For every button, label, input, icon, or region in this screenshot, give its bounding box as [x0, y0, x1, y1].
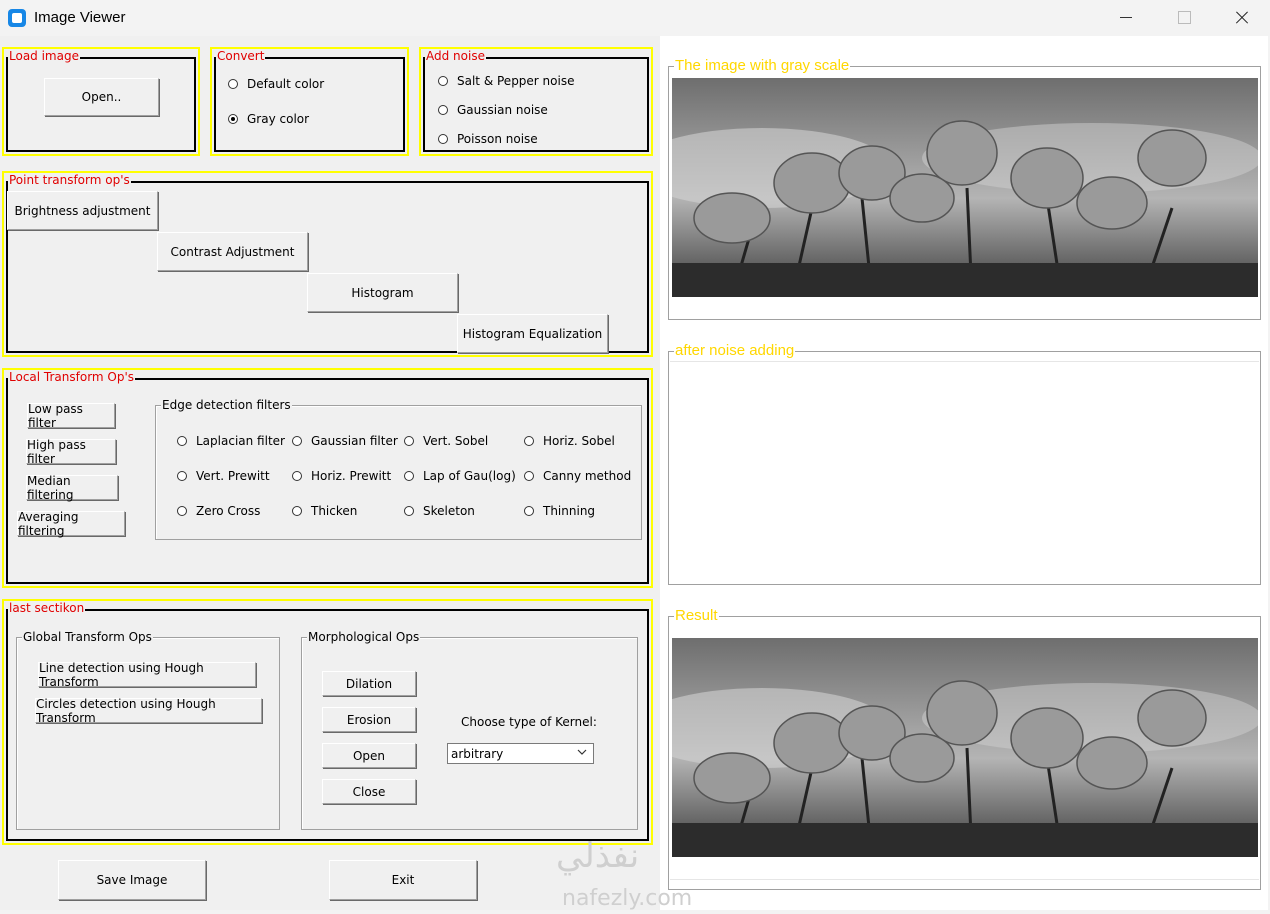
client-area: Load image Open.. Convert Default color … [0, 36, 1268, 911]
radio-zero-cross[interactable]: Zero Cross [177, 504, 260, 518]
add-noise-title: Add noise [425, 49, 486, 63]
noise-title: after noise adding [674, 342, 796, 360]
radio-thinning[interactable]: Thinning [524, 504, 595, 518]
histogram-button[interactable]: Histogram [307, 273, 458, 312]
high-pass-filter-button[interactable]: High pass filter [26, 438, 116, 466]
radio-poisson-noise[interactable]: Poisson noise [438, 132, 538, 146]
morph-close-button[interactable]: Close [322, 779, 416, 804]
local-transform-title: Local Transform Op's [8, 370, 136, 384]
morphological-ops-group: Morphological Ops Dilation Erosion Open … [301, 630, 638, 830]
maximize-button[interactable] [1156, 0, 1212, 34]
noise-frame: after noise adding [668, 342, 1261, 585]
brightness-adjustment-button[interactable]: Brightness adjustment [7, 191, 158, 230]
result-image [672, 638, 1258, 857]
radio-vert-sobel[interactable]: Vert. Sobel [404, 434, 488, 448]
watermark-arabic: نفذلي [556, 836, 640, 876]
radio-indicator-selected [228, 114, 238, 124]
edge-detection-group: Edge detection filters Laplacian filter … [155, 398, 642, 540]
save-image-button[interactable]: Save Image [58, 860, 206, 900]
morphological-ops-title: Morphological Ops [307, 630, 421, 644]
dilation-button[interactable]: Dilation [322, 671, 416, 696]
radio-skeleton[interactable]: Skeleton [404, 504, 475, 518]
radio-salt-pepper[interactable]: Salt & Pepper noise [438, 74, 574, 88]
kernel-type-value: arbitrary [451, 746, 504, 761]
last-section-title: last sectikon [8, 601, 86, 615]
global-transform-group: Global Transform Ops Line detection usin… [16, 630, 280, 830]
point-transform-title: Point transform op's [8, 173, 131, 187]
line-detection-hough-button[interactable]: Line detection using Hough Transform [38, 661, 256, 689]
minimize-button[interactable] [1098, 0, 1154, 34]
point-transform-frame: Point transform op's Brightness adjustme… [2, 171, 653, 357]
morph-open-button[interactable]: Open [322, 743, 416, 768]
radio-horiz-sobel[interactable]: Horiz. Sobel [524, 434, 615, 448]
load-image-title: Load image [8, 49, 80, 63]
close-button[interactable] [1214, 0, 1270, 34]
radio-lap-of-gau[interactable]: Lap of Gau(log) [404, 469, 516, 483]
window-title: Image Viewer [34, 9, 126, 26]
radio-thicken[interactable]: Thicken [292, 504, 357, 518]
watermark-latin: nafezly.com [562, 886, 693, 911]
radio-laplacian-filter[interactable]: Laplacian filter [177, 434, 285, 448]
radio-default-color[interactable]: Default color [228, 77, 324, 91]
chevron-down-icon [577, 749, 587, 755]
circles-detection-hough-button[interactable]: Circles detection using Hough Transform [35, 697, 262, 725]
radio-vert-prewitt[interactable]: Vert. Prewitt [177, 469, 270, 483]
averaging-filtering-button[interactable]: Averaging filtering [17, 510, 125, 538]
add-noise-frame: Add noise Salt & Pepper noise Gaussian n… [419, 47, 653, 156]
low-pass-filter-button[interactable]: Low pass filter [27, 402, 115, 430]
controls-panel: Load image Open.. Convert Default color … [0, 36, 660, 910]
radio-indicator [228, 79, 238, 89]
radio-gaussian-filter[interactable]: Gaussian filter [292, 434, 398, 448]
radio-gray-color[interactable]: Gray color [228, 112, 309, 126]
image-preview-pane: The image with gray scale after noise ad… [660, 36, 1268, 910]
open-button[interactable]: Open.. [44, 78, 159, 116]
app-icon [8, 9, 26, 27]
load-image-frame: Load image Open.. [2, 47, 200, 156]
median-filtering-button[interactable]: Median filtering [26, 474, 118, 502]
local-transform-frame: Local Transform Op's Low pass filter Hig… [2, 368, 653, 588]
gray-scale-image [672, 78, 1258, 297]
radio-horiz-prewitt[interactable]: Horiz. Prewitt [292, 469, 391, 483]
last-section-frame: last sectikon Global Transform Ops Line … [2, 599, 653, 845]
contrast-adjustment-button[interactable]: Contrast Adjustment [157, 232, 308, 271]
gray-scale-frame: The image with gray scale [668, 57, 1261, 320]
edge-detection-title: Edge detection filters [161, 398, 292, 412]
exit-button[interactable]: Exit [329, 860, 477, 900]
result-frame: Result [668, 607, 1261, 890]
title-bar: Image Viewer [0, 0, 1270, 36]
radio-gaussian-noise[interactable]: Gaussian noise [438, 103, 548, 117]
result-title: Result [674, 607, 719, 625]
radio-canny-method[interactable]: Canny method [524, 469, 631, 483]
convert-frame: Convert Default color Gray color [210, 47, 409, 156]
gray-scale-title: The image with gray scale [674, 57, 851, 75]
global-transform-title: Global Transform Ops [22, 630, 153, 644]
erosion-button[interactable]: Erosion [322, 707, 416, 732]
kernel-type-label: Choose type of Kernel: [461, 715, 597, 729]
kernel-type-select[interactable]: arbitrary [447, 743, 594, 764]
convert-title: Convert [216, 49, 266, 63]
histogram-equalization-button[interactable]: Histogram Equalization [457, 314, 608, 353]
